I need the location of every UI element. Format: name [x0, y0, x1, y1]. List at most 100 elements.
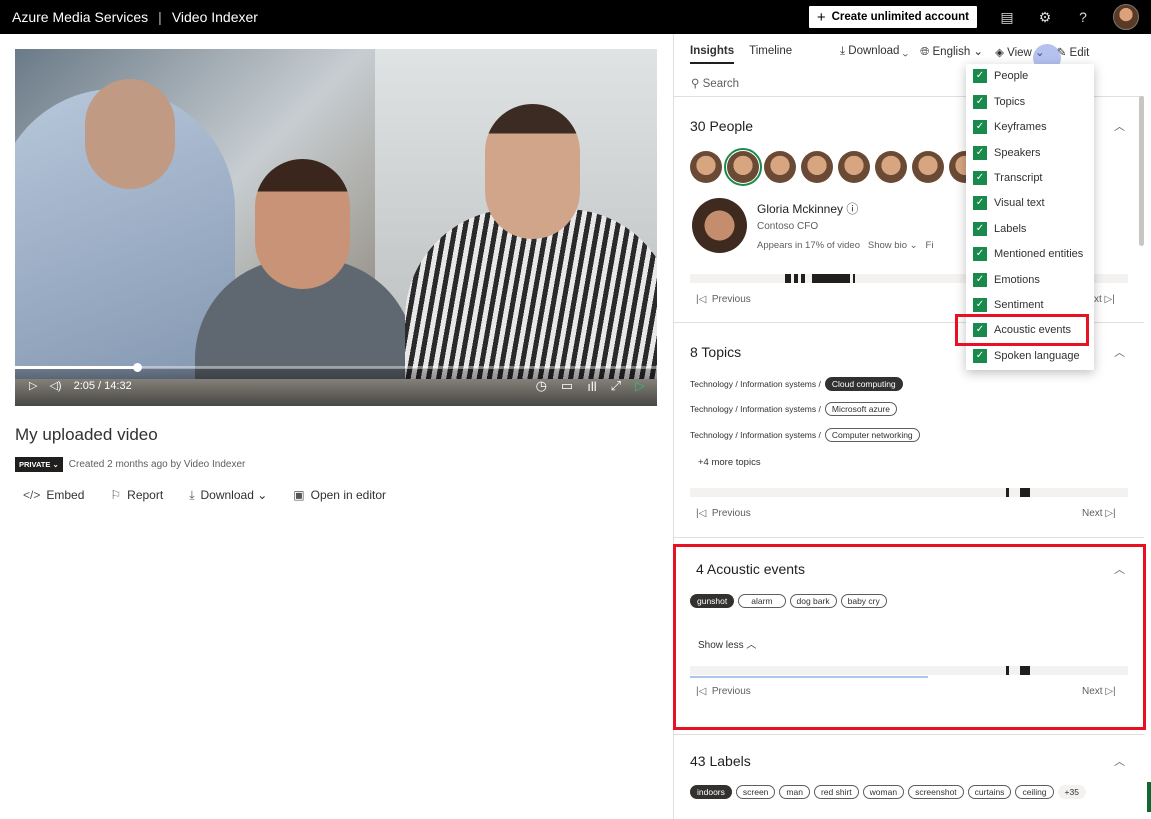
product-name: Video Indexer — [171, 9, 258, 25]
tab-timeline[interactable]: Timeline — [749, 45, 792, 64]
quality-icon[interactable]: ıll — [587, 379, 596, 394]
previous-button[interactable]: |◁ Previous — [696, 294, 751, 305]
collapse-icon[interactable]: ︿ — [1114, 118, 1125, 134]
previous-label: Previous — [711, 294, 751, 305]
menu-item-topics[interactable]: ✓ Topics — [973, 95, 1025, 109]
seek-bar[interactable] — [15, 363, 657, 372]
label-tag[interactable]: curtains — [967, 785, 1012, 799]
label-tag[interactable]: man — [779, 785, 810, 799]
topic-row: Technology / Information systems / Comput… — [690, 428, 920, 442]
insights-download-button[interactable]: ⤓ Download ⌄ — [840, 45, 908, 58]
download-button[interactable]: ⤓ Download ⌄ — [189, 488, 267, 503]
checkbox-checked-icon: ✓ — [973, 247, 987, 261]
fullscreen-icon[interactable]: ⤢ — [611, 378, 621, 394]
topics-title: 8 Topics — [690, 344, 742, 360]
volume-icon[interactable]: ◁) — [49, 379, 61, 392]
app-name: Azure Media Services — [12, 9, 149, 25]
open-editor-button[interactable]: ▣ Open in editor — [293, 488, 386, 503]
person-thumbnail[interactable] — [838, 151, 870, 183]
brand-separator: | — [158, 9, 162, 25]
feedback-icon[interactable]: ▤ — [999, 9, 1015, 26]
report-button[interactable]: ⚐ Report — [110, 488, 163, 503]
top-bar: Azure Media Services | Video Indexer + C… — [0, 0, 1151, 34]
label-tag[interactable]: screenshot — [908, 785, 964, 799]
embed-button[interactable]: </> Embed — [23, 488, 84, 503]
seek-handle[interactable] — [132, 363, 142, 372]
more-topics-link[interactable]: +4 more topics — [698, 457, 761, 468]
insights-search[interactable]: ⚲ Search — [691, 76, 739, 90]
timeline-segment — [785, 274, 791, 283]
video-player[interactable]: ▷ ◁) 2:05 / 14:32 ◷ ▭ ıll ⤢ ▷ — [15, 49, 657, 406]
label-tag[interactable]: woman — [862, 785, 905, 799]
checkbox-checked-icon: ✓ — [973, 196, 987, 210]
person-thumbnail[interactable] — [875, 151, 907, 183]
brand[interactable]: Azure Media Services | Video Indexer — [0, 9, 258, 25]
chevron-down-icon: ⌄ — [902, 45, 909, 57]
person-thumbnail[interactable] — [912, 151, 944, 183]
menu-item-sentiment[interactable]: ✓ Sentiment — [973, 298, 1044, 312]
privacy-dropdown[interactable]: PRIVATE ⌄ — [15, 457, 63, 472]
menu-item-visual-text[interactable]: ✓ Visual text — [973, 196, 1045, 210]
menu-item-label: Mentioned entities — [994, 248, 1084, 260]
divider — [674, 537, 1144, 538]
people-title: 30 People — [690, 118, 754, 134]
player-controls: ▷ ◁) 2:05 / 14:32 ◷ ▭ ıll ⤢ ▷ — [15, 363, 657, 406]
chevron-down-icon: ⌄ — [973, 46, 984, 58]
menu-item-emotions[interactable]: ✓ Emotions — [973, 273, 1040, 287]
language-dropdown[interactable]: 🌐︎ English ⌄ — [920, 44, 983, 59]
topic-tag[interactable]: Cloud computing — [824, 377, 903, 391]
video-frame-person — [255, 159, 350, 289]
previous-button[interactable]: |◁ Previous — [696, 508, 751, 519]
label-tag[interactable]: indoors — [690, 785, 732, 799]
more-labels-badge[interactable]: +35 — [1057, 785, 1086, 799]
menu-item-mentioned-entities[interactable]: ✓ Mentioned entities — [973, 247, 1083, 261]
topic-path: Technology / Information systems / — [690, 430, 821, 440]
person-thumbnail[interactable] — [724, 148, 762, 186]
label-tag[interactable]: ceiling — [1015, 785, 1054, 799]
topic-tag[interactable]: Computer networking — [824, 428, 920, 442]
scrollbar[interactable] — [1139, 96, 1144, 246]
person-thumbnail[interactable] — [764, 151, 796, 183]
captions-icon[interactable]: ▭ — [561, 378, 573, 394]
checkbox-checked-icon: ✓ — [973, 95, 987, 109]
avatar[interactable] — [1113, 4, 1139, 30]
timeline-segment — [794, 274, 798, 283]
menu-item-spoken-language[interactable]: ✓ Spoken language — [973, 349, 1080, 363]
person-thumbnail[interactable] — [801, 151, 833, 183]
tab-insights[interactable]: Insights — [690, 45, 735, 64]
create-account-button[interactable]: + Create unlimited account — [808, 6, 977, 28]
privacy-label: PRIVATE — [19, 460, 51, 469]
people-faces — [690, 148, 981, 186]
label-tag[interactable]: red shirt — [813, 785, 859, 799]
play-icon[interactable]: ▷ — [29, 379, 37, 392]
settings-icon[interactable]: ⚙ — [1037, 9, 1053, 26]
download-label: Download — [200, 488, 254, 502]
collapse-icon[interactable]: ︿ — [1114, 344, 1125, 360]
find-link[interactable]: Fi — [926, 240, 934, 251]
menu-item-people[interactable]: ✓ People — [973, 69, 1028, 83]
next-button[interactable]: Next ▷| — [1082, 508, 1116, 519]
show-bio-button[interactable]: Show bio ⌄ — [868, 240, 918, 251]
report-label: Report — [127, 488, 164, 502]
help-icon[interactable]: ? — [1075, 9, 1091, 25]
person-thumbnail[interactable] — [690, 151, 722, 183]
menu-item-transcript[interactable]: ✓ Transcript — [973, 171, 1043, 185]
label-tag[interactable]: screen — [735, 785, 776, 799]
checkbox-checked-icon: ✓ — [973, 69, 987, 83]
checkbox-checked-icon: ✓ — [973, 146, 987, 160]
video-title: My uploaded video — [15, 425, 158, 444]
topics-timeline[interactable] — [690, 488, 1128, 497]
info-icon[interactable]: ⓘ — [846, 202, 858, 216]
next-play-icon[interactable]: ▷ — [635, 378, 645, 394]
next-button[interactable]: xt ▷| — [1094, 294, 1115, 305]
menu-item-labels[interactable]: ✓ Labels — [973, 222, 1026, 236]
acoustic-events-menu-highlight — [955, 314, 1089, 346]
edit-button[interactable]: ✎ Edit — [1057, 45, 1090, 59]
topic-tag[interactable]: Microsoft azure — [824, 402, 897, 416]
seek-bar-fill — [15, 366, 137, 369]
video-frame-person — [85, 79, 175, 189]
collapse-icon[interactable]: ︿ — [1114, 753, 1125, 769]
menu-item-keyframes[interactable]: ✓ Keyframes — [973, 120, 1047, 134]
menu-item-speakers[interactable]: ✓ Speakers — [973, 146, 1040, 160]
speed-icon[interactable]: ◷ — [536, 378, 547, 394]
